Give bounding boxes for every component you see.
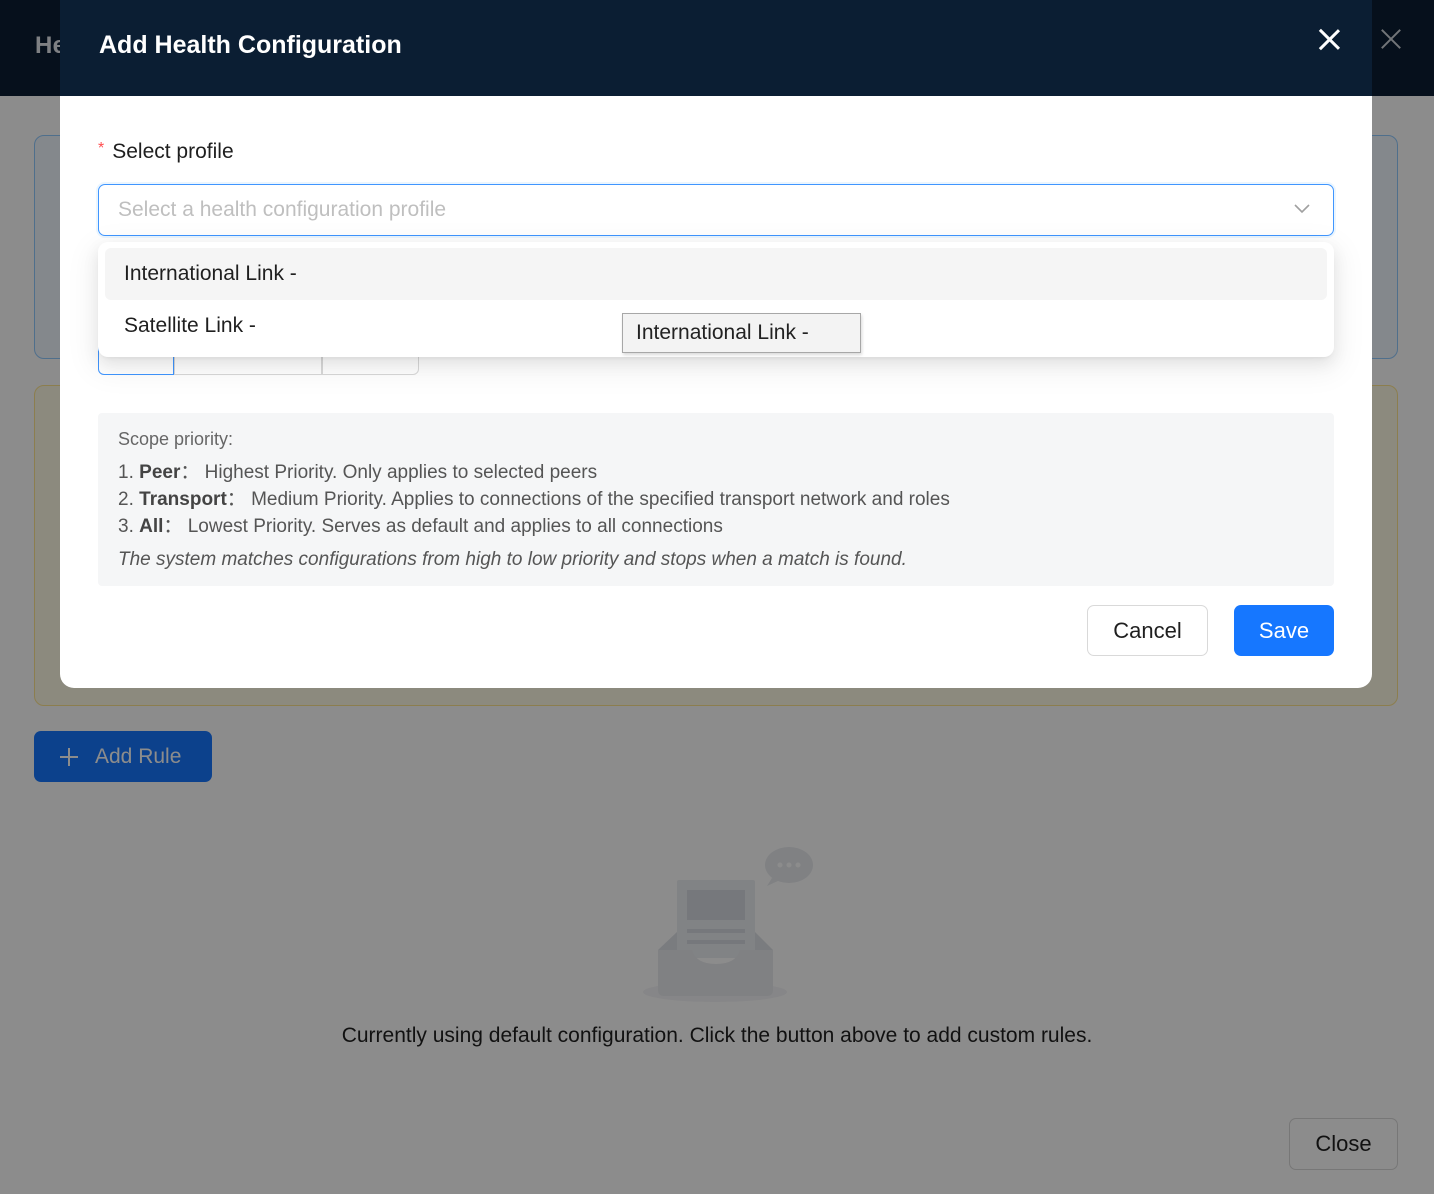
priority-text: Medium Priority. Applies to connections …	[251, 489, 950, 510]
priority-item: 1. Peer： Highest Priority. Only applies …	[118, 459, 1314, 486]
priority-text: Lowest Priority. Serves as default and a…	[187, 516, 723, 537]
profile-select[interactable]: Select a health configuration profile	[98, 184, 1334, 236]
dropdown-option-international-link[interactable]: International Link -	[105, 248, 1327, 300]
priority-note: The system matches configurations from h…	[118, 549, 907, 570]
option-tooltip: International Link -	[622, 313, 861, 353]
priority-sep: ：	[163, 516, 183, 537]
priority-num: 2.	[118, 489, 134, 510]
chevron-down-icon	[1294, 204, 1310, 214]
scope-priority-title: Scope priority:	[118, 429, 234, 449]
save-button[interactable]: Save	[1234, 605, 1334, 656]
select-profile-label: * Select profile	[98, 140, 234, 164]
modal-title: Add Health Configuration	[99, 31, 402, 59]
priority-item: 2. Transport： Medium Priority. Applies t…	[118, 486, 1314, 513]
priority-text: Highest Priority. Only applies to select…	[204, 462, 598, 483]
priority-name: Peer	[139, 462, 181, 483]
profile-select-placeholder: Select a health configuration profile	[118, 198, 447, 221]
priority-num: 3.	[118, 516, 134, 537]
required-mark: *	[98, 140, 105, 157]
modal-header: Add Health Configuration	[60, 0, 1372, 96]
select-profile-label-text: Select profile	[112, 140, 234, 163]
priority-name: All	[139, 516, 164, 537]
close-icon[interactable]	[1316, 26, 1342, 52]
priority-num: 1.	[118, 462, 134, 483]
priority-name: Transport	[139, 489, 227, 510]
scope-priority-info: Scope priority: 1. Peer： Highest Priorit…	[98, 413, 1334, 586]
priority-sep: ：	[180, 462, 200, 483]
priority-item: 3. All： Lowest Priority. Serves as defau…	[118, 513, 1314, 540]
priority-sep: ：	[226, 489, 246, 510]
cancel-button[interactable]: Cancel	[1087, 605, 1208, 656]
